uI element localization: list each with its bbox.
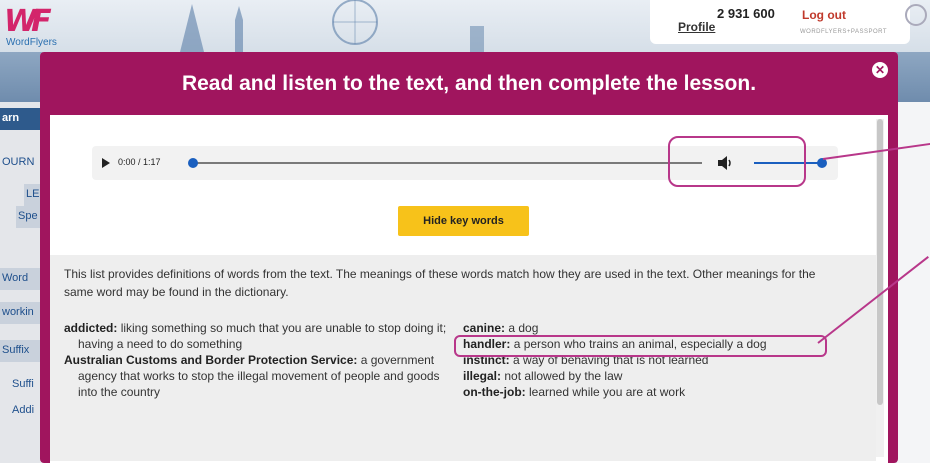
key-word-term: Australian Customs and Border Protection… — [64, 353, 358, 367]
account-panel: 2 931 600 Profile Log out WORDFLYERS+PAS… — [650, 0, 910, 44]
key-words-intro: This list provides definitions of words … — [64, 267, 816, 299]
points-total: 2 931 600 — [717, 6, 775, 21]
handler-callout-highlight — [454, 335, 827, 357]
key-word-term: illegal: — [463, 369, 502, 383]
logout-link[interactable]: Log out — [802, 8, 846, 22]
key-word-term: canine: — [463, 321, 506, 335]
audio-progress-handle[interactable] — [188, 158, 198, 168]
key-word-entry: canine: a dog — [463, 320, 823, 336]
audio-time: 0:00 / 1:17 — [118, 157, 161, 167]
key-words-right-column: canine: a dog handler: a person who trai… — [463, 320, 823, 400]
wordflyers-logo[interactable]: WF WordFlyers — [4, 4, 64, 48]
site-header: WF WordFlyers 2 931 600 Profile Log out … — [0, 0, 930, 52]
settings-gear-icon[interactable] — [905, 4, 927, 26]
key-word-term: addicted: — [64, 321, 118, 335]
scrollbar-thumb[interactable] — [877, 119, 883, 405]
key-word-entry: illegal: not allowed by the law — [463, 368, 823, 384]
passport-logo: WORDFLYERS+PASSPORT — [800, 29, 888, 35]
logo-text: WordFlyers — [6, 37, 57, 48]
scrollbar[interactable] — [876, 119, 884, 457]
volume-callout-highlight — [668, 136, 806, 187]
background-right-edge — [897, 102, 930, 463]
key-word-term: on-the-job: — [463, 385, 526, 399]
key-words-left-column: addicted: liking something so much that … — [64, 320, 454, 400]
lesson-modal: Read and listen to the text, and then co… — [40, 52, 898, 463]
key-word-definition: not allowed by the law — [504, 369, 623, 383]
modal-header: Read and listen to the text, and then co… — [40, 52, 898, 115]
key-word-definition: learned while you are at work — [529, 385, 686, 399]
play-icon[interactable] — [102, 158, 110, 168]
close-icon[interactable]: ✕ — [872, 62, 888, 78]
hide-key-words-button[interactable]: Hide key words — [398, 206, 529, 236]
profile-link[interactable]: Profile — [678, 20, 715, 34]
key-word-definition: a dog — [508, 321, 539, 335]
city-skyline-icon — [180, 0, 484, 52]
key-word-entry: on-the-job: learned while you are at wor… — [463, 384, 823, 400]
key-word-entry: Australian Customs and Border Protection… — [64, 352, 454, 400]
logo-mark-icon: WF — [4, 4, 52, 39]
key-words-panel: This list provides definitions of words … — [50, 255, 876, 461]
modal-body: 0:00 / 1:17 Hide key words This list pro… — [40, 115, 898, 463]
audio-progress-bar[interactable] — [192, 162, 702, 164]
key-word-definition: liking something so much that you are un… — [78, 321, 447, 351]
key-word-entry: addicted: liking something so much that … — [64, 320, 454, 352]
modal-title: Read and listen to the text, and then co… — [181, 71, 757, 95]
